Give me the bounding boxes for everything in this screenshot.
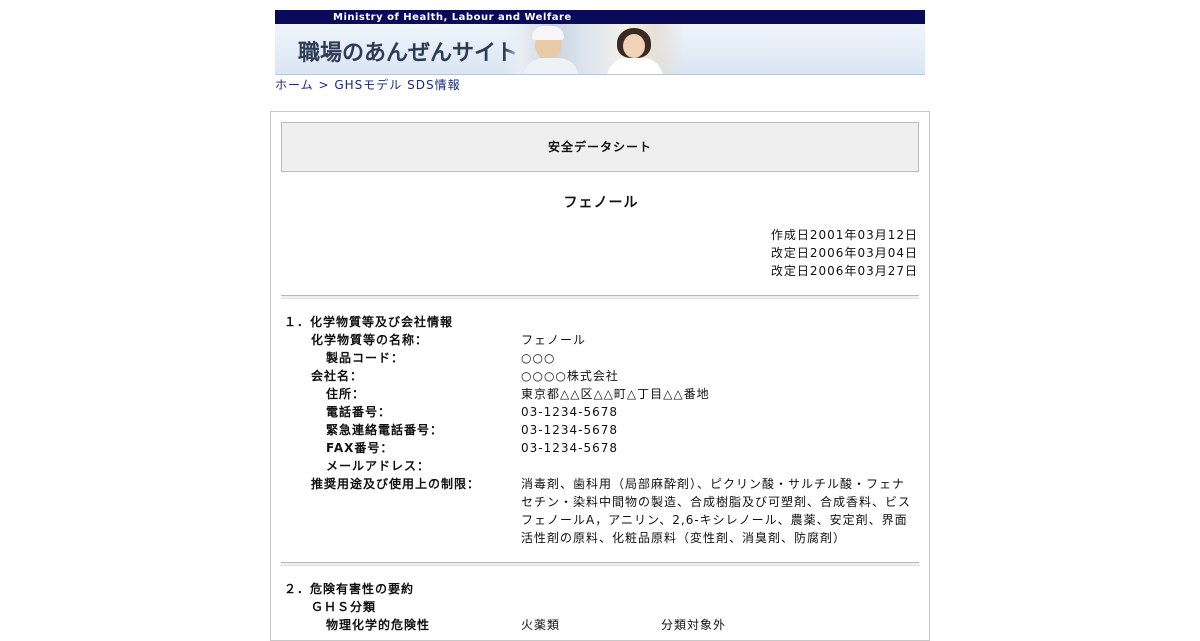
label-recommended-use: 推奨用途及び使用上の制限： xyxy=(311,477,481,491)
ministry-name: Ministry of Health, Labour and Welfare xyxy=(333,12,572,23)
value-product-code: ○○○ xyxy=(521,351,556,365)
section-divider xyxy=(281,295,919,299)
section-1-title: １．化学物質等及び会社情報 xyxy=(284,315,454,329)
label-physical-hazard: 物理化学的危険性 xyxy=(326,618,431,632)
label-product-code: 製品コード： xyxy=(326,351,405,365)
revision-dates: 作成日2001年03月12日 改定日2006年03月04日 改定日2006年03… xyxy=(771,226,918,280)
sds-document: 安全データシート フェノール 作成日2001年03月12日 改定日2006年03… xyxy=(270,111,930,641)
breadcrumb-current-link[interactable]: GHSモデル SDS情報 xyxy=(334,78,460,92)
recommended-use-line: 活性剤の原料、化粧品原料（変性剤、消臭剤、防腐剤） xyxy=(521,531,847,545)
value-fax: 03-1234-5678 xyxy=(521,441,619,455)
breadcrumb-separator: > xyxy=(318,78,330,92)
value-phone: 03-1234-5678 xyxy=(521,405,619,419)
section-divider xyxy=(281,562,919,566)
product-title: フェノール xyxy=(563,195,639,211)
label-substance-name: 化学物質等の名称： xyxy=(311,333,429,347)
breadcrumb: ホーム > GHSモデル SDS情報 xyxy=(275,76,461,93)
label-address: 住所： xyxy=(326,387,366,401)
label-fax: FAX番号： xyxy=(326,441,394,455)
value-substance-name: フェノール xyxy=(521,333,587,347)
label-emergency-phone: 緊急連絡電話番号： xyxy=(326,423,444,437)
revised-date-1: 改定日2006年03月04日 xyxy=(770,246,918,260)
label-ghs-classification: ＧＨＳ分類 xyxy=(311,600,377,614)
label-company: 会社名： xyxy=(311,369,364,383)
site-header: Ministry of Health, Labour and Welfare 職… xyxy=(275,10,925,75)
value-address: 東京都△△区△△町△丁目△△番地 xyxy=(521,387,710,401)
section-2-title: ２．危険有害性の要約 xyxy=(284,582,415,596)
created-date: 作成日2001年03月12日 xyxy=(770,228,918,242)
label-phone: 電話番号： xyxy=(326,405,392,419)
operator-photo xyxy=(585,24,685,74)
recommended-use-line: 消毒剤、歯科用（局部麻酔剤）、ピクリン酸・サルチル酸・フェナ xyxy=(521,477,906,491)
value-company: ○○○○株式会社 xyxy=(521,369,619,383)
ministry-bar: Ministry of Health, Labour and Welfare xyxy=(275,10,925,24)
label-email: メールアドレス： xyxy=(326,459,431,473)
site-title[interactable]: 職場のあんぜんサイト xyxy=(298,35,518,67)
revised-date-2: 改定日2006年03月27日 xyxy=(770,264,918,278)
value-recommended-use: 消毒剤、歯科用（局部麻酔剤）、ピクリン酸・サルチル酸・フェナ セチン・染料中間物… xyxy=(521,475,921,547)
value-hazard-result: 分類対象外 xyxy=(661,618,727,632)
worker-photo xyxy=(505,24,585,74)
recommended-use-line: セチン・染料中間物の製造、合成樹脂及び可塑剤、合成香料、ビス xyxy=(521,495,912,509)
site-banner[interactable]: 職場のあんぜんサイト xyxy=(275,24,925,75)
breadcrumb-home-link[interactable]: ホーム xyxy=(275,78,314,92)
value-emergency-phone: 03-1234-5678 xyxy=(521,423,619,437)
document-type-heading: 安全データシート xyxy=(281,122,919,172)
recommended-use-line: フェノールA，アニリン、2,6-キシレノール、農薬、安定剤、界面 xyxy=(521,513,908,527)
